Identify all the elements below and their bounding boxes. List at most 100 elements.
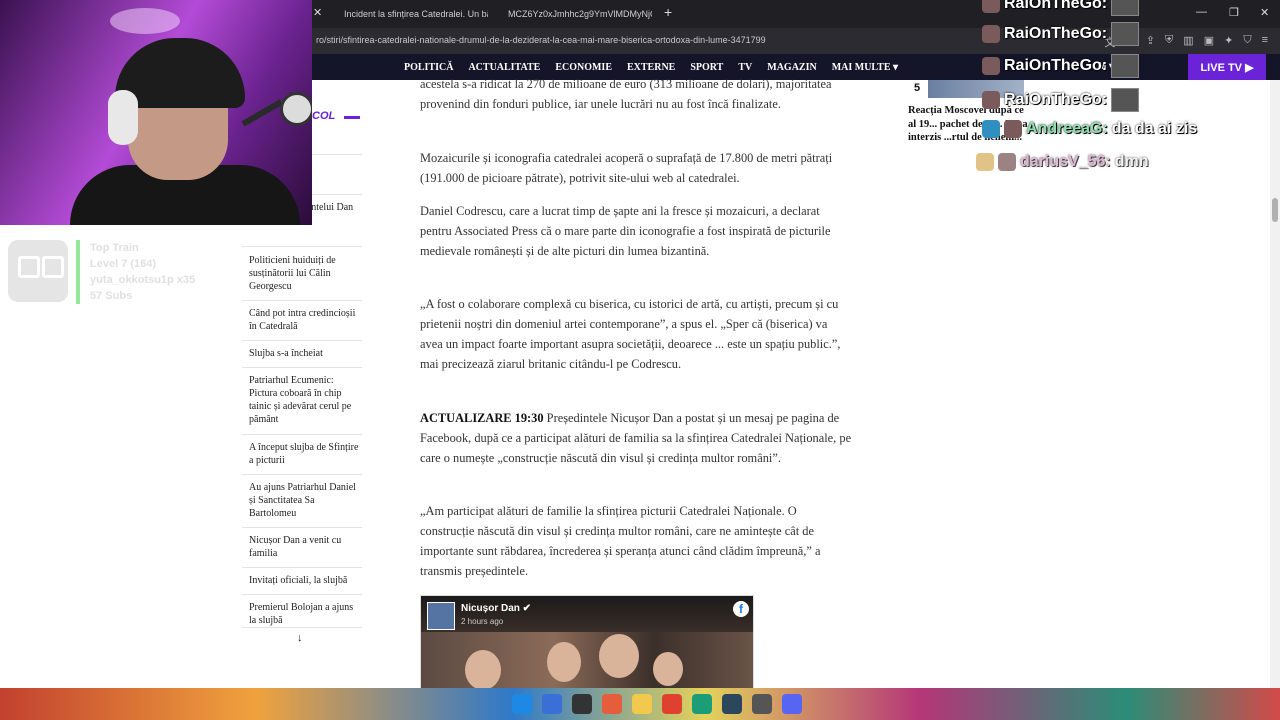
photo-person bbox=[547, 642, 581, 682]
chat-user: AndreeaG: bbox=[1026, 120, 1108, 137]
tab-title: Incident la sfințirea Catedralei. Un bă bbox=[344, 9, 488, 19]
nav-item-magazin[interactable]: MAGAZIN bbox=[767, 62, 816, 73]
rank-number: 5 bbox=[914, 82, 921, 94]
facebook-icon[interactable]: f bbox=[733, 601, 749, 617]
light-panel bbox=[110, 8, 180, 34]
vpn-icon[interactable]: ⛉ bbox=[1243, 34, 1251, 50]
chat-badge-icon bbox=[1004, 120, 1022, 138]
divider bbox=[242, 300, 362, 301]
sidebar-item[interactable]: Politicieni huiduiți de susținătorii lui… bbox=[249, 254, 362, 293]
taskbar-app-icon[interactable] bbox=[692, 694, 712, 714]
train-user: yuta_okkotsu1p x35 bbox=[90, 274, 196, 286]
photo-person bbox=[599, 634, 639, 678]
article-paragraph: Mozaicurile și iconografia catedralei ac… bbox=[420, 151, 833, 185]
mic-arm bbox=[241, 99, 283, 127]
photo-person bbox=[465, 650, 501, 690]
page-scrollbar[interactable] bbox=[1270, 80, 1280, 688]
chat-user: RaiOnTheGo: bbox=[1004, 0, 1108, 12]
chat-user: dariusV_56: bbox=[1020, 153, 1111, 170]
chat-message: RaiOnTheGo: bbox=[982, 88, 1140, 112]
folder-icon[interactable] bbox=[632, 694, 652, 714]
article-update-paragraph: ACTUALIZARE 19:30 Președintele Nicușor D… bbox=[420, 408, 852, 468]
nav-item-sport[interactable]: SPORT bbox=[690, 62, 723, 73]
post-header: Nicușor Dan ✔ 2 hours ago f bbox=[421, 596, 753, 632]
close-tab-icon[interactable]: ✕ bbox=[313, 6, 322, 19]
chat-emote bbox=[1111, 0, 1140, 16]
nav-item-tv[interactable]: TV bbox=[738, 62, 752, 73]
divider bbox=[242, 527, 362, 528]
scrollbar-thumb[interactable] bbox=[1272, 198, 1278, 222]
train-level: Level 7 (164) bbox=[90, 258, 157, 270]
chat-emote bbox=[1111, 88, 1140, 112]
wallet-icon[interactable]: ▣ bbox=[1204, 34, 1214, 50]
article-paragraph: „A fost o colaborare complexă cu biseric… bbox=[420, 297, 841, 371]
article-paragraph: acestela s-a ridicat la 270 de milioane … bbox=[420, 77, 832, 111]
chat-user: RaiOnTheGo: bbox=[1004, 25, 1108, 42]
headphone bbox=[108, 90, 138, 145]
windows-start-icon[interactable] bbox=[512, 694, 532, 714]
train-title: Top Train bbox=[90, 242, 139, 254]
divider bbox=[242, 567, 362, 568]
browser-tab-1[interactable]: Incident la sfințirea Catedralei. Un bă bbox=[338, 4, 488, 24]
chat-message: RaiOnTheGo: bbox=[982, 22, 1140, 46]
chat-badge-icon bbox=[982, 25, 1000, 43]
browser-tab-2[interactable]: MCZ6Yz0xJmhhc2g9YmVlMDMyNjQ bbox=[502, 4, 652, 24]
divider bbox=[242, 434, 362, 435]
sidebar-item[interactable]: Nicușor Dan a venit cu familia bbox=[249, 534, 362, 560]
menu-icon[interactable]: ≡ bbox=[1262, 34, 1268, 50]
taskbar-app-icon[interactable] bbox=[572, 694, 592, 714]
chat-badge-icon bbox=[976, 153, 994, 171]
browser-icon[interactable] bbox=[662, 694, 682, 714]
taskbar-app-icon[interactable] bbox=[752, 694, 772, 714]
sidebar-item[interactable]: A început slujba de Sfințire a picturii bbox=[249, 441, 362, 467]
nav-item-externe[interactable]: EXTERNE bbox=[627, 62, 675, 73]
arrow-down-icon[interactable]: ↓ bbox=[297, 632, 303, 644]
taskbar-app-icon[interactable] bbox=[542, 694, 562, 714]
share-icon[interactable]: ⇪ bbox=[1146, 34, 1155, 50]
url-field[interactable]: ro/stiri/sfintirea-catedralei-nationale-… bbox=[316, 35, 766, 45]
sidebar-item[interactable]: Premierul Bolojan a ajuns la slujbă bbox=[249, 601, 362, 627]
discord-icon[interactable] bbox=[782, 694, 802, 714]
nav-item-politica[interactable]: POLITICĂ bbox=[404, 62, 453, 73]
chat-text: da da ai zis bbox=[1111, 120, 1198, 137]
chat-message: dariusV_56: dmn bbox=[976, 153, 1149, 171]
live-tv-button[interactable]: LIVE TV ▶ bbox=[1188, 54, 1266, 80]
divider bbox=[242, 627, 362, 628]
sidebar-item[interactable]: Au ajuns Patriarhul Daniel și Sanctitate… bbox=[249, 481, 362, 520]
post-time: 2 hours ago bbox=[461, 617, 504, 626]
extensions-icon[interactable]: ✦ bbox=[1224, 34, 1233, 50]
sidebar-item[interactable]: Când pot intra credincioșii în Catedrală bbox=[249, 307, 362, 333]
taskbar bbox=[0, 688, 1280, 720]
sidebar-item[interactable]: Slujba s-a încheiat bbox=[249, 347, 362, 360]
shield-icon[interactable]: ⛨ bbox=[1165, 34, 1173, 50]
chat-user: RaiOnTheGo: bbox=[1004, 91, 1108, 108]
avatar[interactable] bbox=[427, 602, 455, 630]
sidebar-item[interactable]: Invitați oficiali, la slujbă bbox=[249, 574, 362, 587]
chat-badge-icon bbox=[982, 91, 1000, 109]
new-tab-icon[interactable]: + bbox=[664, 4, 672, 20]
chat-badge-icon bbox=[982, 120, 1000, 138]
heading-accent bbox=[344, 116, 360, 119]
divider bbox=[242, 340, 362, 341]
maximize-icon[interactable]: ❐ bbox=[1229, 6, 1239, 19]
chat-badge-icon bbox=[982, 57, 1000, 75]
train-icon bbox=[8, 240, 68, 302]
nav-item-actualitate[interactable]: ACTUALITATE bbox=[468, 62, 540, 73]
sidebar-item[interactable]: Patriarhul Ecumenic: Pictura coboară în … bbox=[249, 374, 362, 426]
steam-icon[interactable] bbox=[722, 694, 742, 714]
nav-item-economie[interactable]: ECONOMIE bbox=[555, 62, 612, 73]
divider bbox=[242, 246, 362, 247]
divider bbox=[242, 367, 362, 368]
chat-emote bbox=[1111, 22, 1140, 46]
nav-item-mai-multe[interactable]: MAI MULTE ▾ bbox=[832, 62, 898, 73]
webcam-overlay bbox=[0, 0, 312, 225]
chat-message: RaiOnTheGo: bbox=[982, 0, 1140, 16]
close-window-icon[interactable]: ✕ bbox=[1260, 6, 1269, 19]
sidebar-icon[interactable]: ▥ bbox=[1183, 34, 1193, 50]
microphone bbox=[280, 92, 312, 126]
minimize-icon[interactable]: — bbox=[1196, 6, 1207, 18]
taskbar-app-icon[interactable] bbox=[602, 694, 622, 714]
post-author[interactable]: Nicușor Dan ✔ bbox=[461, 603, 531, 614]
facebook-embed[interactable]: Nicușor Dan ✔ 2 hours ago f bbox=[420, 595, 754, 692]
chat-emote bbox=[1111, 54, 1140, 78]
